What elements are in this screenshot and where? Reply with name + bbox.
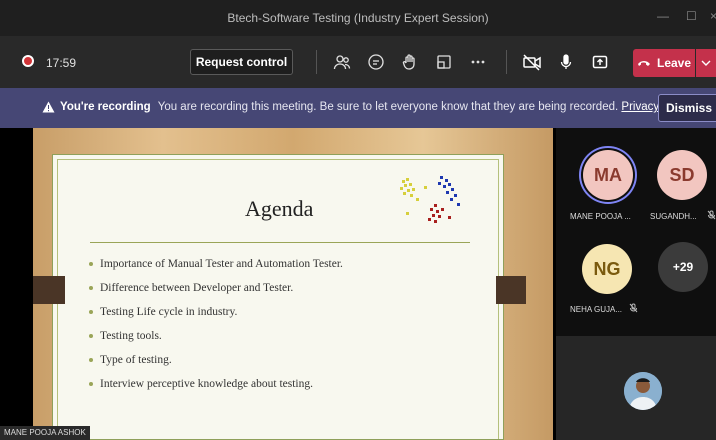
list-item: Difference between Developer and Tester. (89, 276, 343, 300)
self-video-tile (556, 336, 716, 440)
bullet-icon (89, 286, 93, 290)
list-item: Interview perceptive knowledge about tes… (89, 372, 343, 396)
camera-off-icon[interactable] (520, 50, 544, 74)
participant-name: SUGANDH... (650, 212, 697, 221)
warning-icon (42, 101, 55, 113)
mic-icon[interactable] (554, 50, 578, 74)
recording-text: You are recording this meeting. Be sure … (157, 101, 619, 113)
shared-content-stage: Agenda Importance of Manual Tester and A… (0, 128, 556, 440)
leave-label: Leave (656, 56, 692, 70)
slide-tab-left (33, 276, 65, 304)
list-item: Type of testing. (89, 348, 343, 372)
more-participants-badge[interactable]: +29 (658, 242, 708, 292)
participant-name: NEHA GUJA... (570, 305, 623, 314)
list-item: Testing tools. (89, 324, 343, 348)
list-item: Testing Life cycle in industry. (89, 300, 343, 324)
recording-indicator-icon (22, 55, 34, 67)
people-icon[interactable] (330, 50, 354, 74)
chevron-down-icon (701, 60, 711, 66)
participants-panel: MA MANE POOJA ... SD SUGANDH... NG NEHA … (556, 128, 716, 440)
window-title: Btech-Software Testing (Industry Expert … (227, 11, 489, 25)
raise-hand-icon[interactable] (398, 50, 422, 74)
agenda-list: Importance of Manual Tester and Automati… (89, 252, 343, 396)
person-photo-icon (624, 372, 662, 410)
close-button[interactable]: × (710, 9, 716, 23)
mic-off-icon (629, 303, 638, 313)
slide-title: Agenda (245, 196, 314, 221)
toolbar-divider (316, 50, 317, 74)
bullet-icon (89, 262, 93, 266)
share-icon[interactable] (588, 50, 612, 74)
request-control-button[interactable]: Request control (190, 49, 293, 75)
breakout-icon[interactable] (432, 50, 456, 74)
mic-off-icon (707, 210, 716, 220)
bullet-icon (89, 334, 93, 338)
more-icon[interactable] (466, 50, 490, 74)
list-item: Importance of Manual Tester and Automati… (89, 252, 343, 276)
leave-button[interactable]: Leave (633, 49, 695, 77)
meeting-toolbar: 17:59 Request control Leave (0, 36, 716, 88)
participant-avatar[interactable]: SD (657, 150, 707, 200)
title-bar: Btech-Software Testing (Industry Expert … (0, 0, 716, 36)
leave-options-button[interactable] (696, 49, 716, 77)
recording-banner: You're recording You are recording this … (0, 88, 716, 128)
recording-title: You're recording (60, 101, 151, 113)
minimize-button[interactable]: — (657, 9, 669, 23)
recording-message: You're recording You are recording this … (60, 101, 692, 113)
slide-divider (90, 242, 470, 243)
bullet-icon (89, 310, 93, 314)
bullet-icon (89, 382, 93, 386)
meeting-timer: 17:59 (46, 56, 77, 70)
dismiss-button[interactable]: Dismiss (658, 94, 716, 122)
self-avatar[interactable] (624, 372, 662, 410)
participant-name: MANE POOJA ... (570, 212, 631, 221)
toolbar-divider (506, 50, 507, 74)
bullet-icon (89, 358, 93, 362)
participant-avatar[interactable]: MA (583, 150, 633, 200)
presenter-name-tag: MANE POOJA ASHOK (0, 426, 90, 440)
chat-icon[interactable] (364, 50, 388, 74)
maximize-button[interactable]: ☐ (686, 9, 697, 23)
cluster-dots-graphic (400, 176, 460, 223)
phone-hangup-icon (637, 61, 650, 66)
participant-avatar[interactable]: NG (582, 244, 632, 294)
slide-tab-right (496, 276, 526, 304)
